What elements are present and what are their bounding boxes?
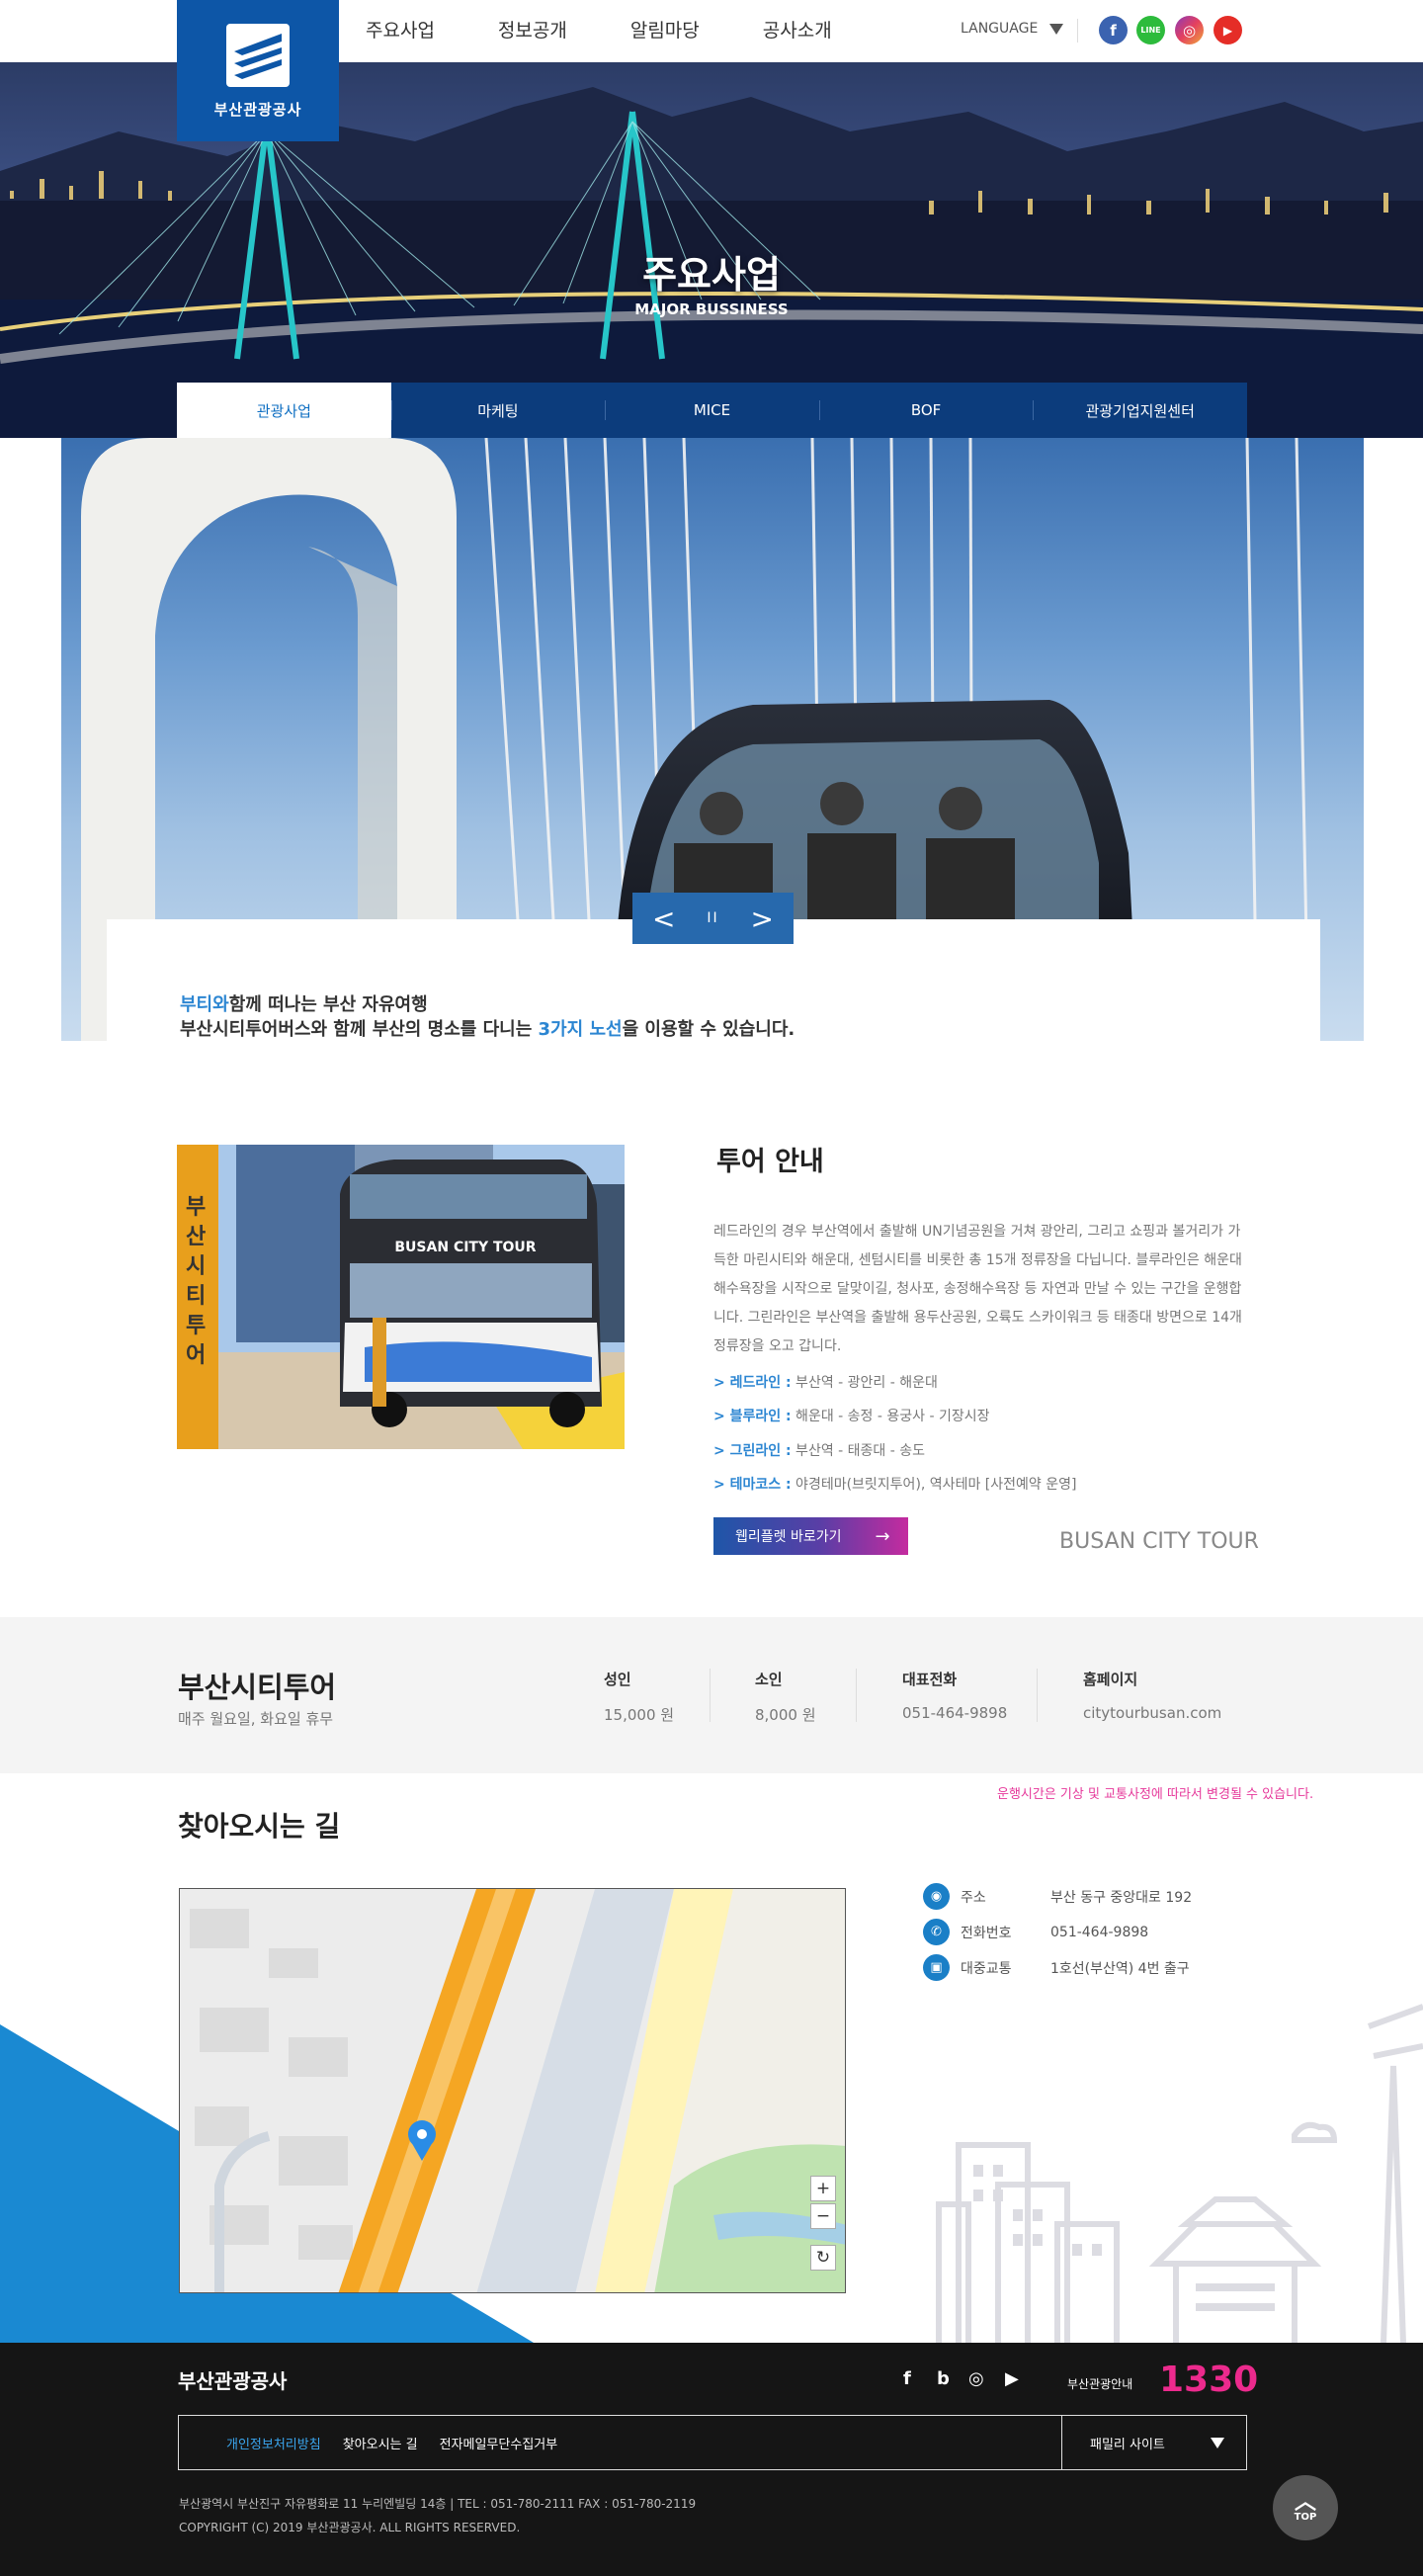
footer-links: 개인정보처리방침 찾아오시는 길 전자메일무단수집거부 패밀리 사이트 <box>178 2415 1247 2470</box>
slider-prev-button[interactable]: < <box>652 902 675 935</box>
homepage-link[interactable]: citytourbusan.com <box>1083 1704 1221 1722</box>
map-tiles <box>180 1889 845 2292</box>
nav-item-about[interactable]: 공사소개 <box>763 0 832 62</box>
svg-text:티: 티 <box>186 1284 206 1309</box>
logo-text: 부산관광공사 <box>213 101 302 119</box>
main-nav: 주요사업 정보공개 알림마당 공사소개 <box>366 0 895 62</box>
phone-icon: ✆ <box>923 1919 950 1945</box>
address-item: ◉ 주소 부산 동구 중앙대로 192 <box>923 1883 1192 1910</box>
tab-marketing[interactable]: 마케팅 <box>390 383 606 438</box>
blog-icon[interactable]: b <box>937 2368 950 2389</box>
map-reset-button[interactable]: ↻ <box>810 2245 836 2271</box>
location-pin-icon: ◉ <box>923 1883 950 1910</box>
map-zoom-in-button[interactable]: + <box>810 2176 836 2201</box>
line-icon[interactable]: LINE <box>1136 16 1165 44</box>
youtube-icon[interactable]: ▶ <box>1005 2368 1019 2389</box>
schedule-notice: 운행시간은 기상 및 교통사정에 따라서 변경될 수 있습니다. <box>997 1787 1314 1802</box>
svg-text:투: 투 <box>186 1314 206 1338</box>
divider <box>1037 1669 1038 1722</box>
route-blue: > 블루라인 : 해운대 - 송정 - 용궁사 - 기장시장 <box>713 1409 990 1424</box>
language-selector[interactable]: LANGUAGE <box>961 21 1064 37</box>
sub-nav: 관광사업 마케팅 MICE BOF 관광기업지원센터 <box>177 383 1247 438</box>
youtube-icon[interactable]: ▶ <box>1214 16 1242 44</box>
route-green: > 그린라인 : 부산역 - 태종대 - 송도 <box>713 1443 926 1459</box>
busan-city-tour-text: BUSAN CITY TOUR <box>1059 1529 1259 1554</box>
tour-info-bar: 부산시티투어 매주 월요일, 화요일 휴무 성인 15,000 원 소인 8,0… <box>0 1617 1423 1773</box>
svg-text:산: 산 <box>186 1225 206 1249</box>
city-skyline-illustration <box>936 2004 1423 2343</box>
logo-mark-icon <box>226 24 290 87</box>
caret-down-icon <box>1049 23 1064 35</box>
svg-text:부: 부 <box>186 1195 206 1220</box>
adult-fare: 성인 15,000 원 <box>604 1671 675 1724</box>
divider <box>710 1669 711 1722</box>
tab-tourism[interactable]: 관광사업 <box>177 383 391 438</box>
facebook-icon[interactable]: f <box>903 2368 911 2389</box>
privacy-policy-link[interactable]: 개인정보처리방침 <box>226 2434 321 2452</box>
caption-line-2: 부산시티투어버스와 함께 부산의 명소를 다니는 3가지 노선을 이용할 수 있… <box>180 1019 795 1040</box>
caption-line-1: 부티와함께 떠나는 부산 자유여행 <box>180 994 428 1015</box>
directions-link[interactable]: 찾아오시는 길 <box>343 2434 418 2452</box>
chevron-up-icon: ︿ <box>1294 2489 1316 2515</box>
tab-tourism-business-center[interactable]: 관광기업지원센터 <box>1033 383 1247 438</box>
tour-section-title: 투어 안내 <box>716 1147 824 1177</box>
instagram-icon[interactable]: ◎ <box>968 2368 984 2389</box>
divider <box>856 1669 857 1722</box>
site-footer: 부산관광공사 f b ◎ ▶ 부산관광안내 1330 개인정보처리방침 찾아오시… <box>0 2343 1423 2576</box>
homepage: 홈페이지 citytourbusan.com <box>1083 1671 1222 1722</box>
slider-pause-button[interactable]: II <box>707 910 718 926</box>
scroll-top-button[interactable]: ︿ TOP <box>1273 2475 1338 2540</box>
nav-item-notice[interactable]: 알림마당 <box>630 0 700 62</box>
svg-text:시: 시 <box>186 1254 206 1279</box>
facebook-icon[interactable]: f <box>1099 16 1128 44</box>
divider <box>1077 19 1078 43</box>
route-red: > 레드라인 : 부산역 - 광안리 - 해운대 <box>713 1375 938 1391</box>
site-logo[interactable]: 부산관광공사 <box>177 0 339 141</box>
language-label: LANGUAGE <box>961 21 1039 37</box>
tab-mice[interactable]: MICE <box>605 383 819 438</box>
svg-text:어: 어 <box>186 1343 206 1368</box>
phone-item: ✆ 전화번호 051-464-9898 <box>923 1919 1148 1945</box>
caret-down-icon <box>1211 2437 1224 2448</box>
tab-bof[interactable]: BOF <box>818 383 1034 438</box>
arrow-right-icon: → <box>875 1525 890 1547</box>
slider-controls: < II > <box>632 893 794 944</box>
map-zoom-out-button[interactable]: − <box>810 2203 836 2229</box>
route-theme: > 테마코스 : 야경테마(브릿지투어), 역사테마 [사전예약 운영] <box>713 1477 1077 1493</box>
location-map[interactable]: + − ↻ <box>179 1888 846 2293</box>
family-site-select[interactable]: 패밀리 사이트 <box>1061 2416 1246 2469</box>
bus-sign-text: BUSAN CITY TOUR <box>394 1240 536 1255</box>
tour-hotline-label: 부산관광안내 <box>1067 2377 1133 2391</box>
footer-address: 부산광역시 부산진구 자유평화로 11 누리엔빌딩 14층 | TEL : 05… <box>179 2497 697 2511</box>
email-refusal-link[interactable]: 전자메일무단수집거부 <box>440 2434 558 2452</box>
instagram-icon[interactable]: ◎ <box>1175 16 1204 44</box>
main-phone: 대표전화 051-464-9898 <box>902 1671 1008 1722</box>
page-subtitle: MAJOR BUSSINESS <box>634 301 789 318</box>
city-tour-bus-photo: 부 산 시 티 투 어 BUSAN CITY TOUR <box>177 1145 625 1449</box>
info-closed-days: 매주 월요일, 화요일 휴무 <box>178 1710 334 1728</box>
info-title: 부산시티투어 <box>178 1671 337 1704</box>
directions-title: 찾아오시는 길 <box>178 1810 341 1843</box>
footer-copyright: COPYRIGHT (C) 2019 부산관광공사. ALL RIGHTS RE… <box>179 2521 521 2534</box>
slider-next-button[interactable]: > <box>751 902 774 935</box>
child-fare: 소인 8,000 원 <box>755 1671 816 1724</box>
nav-item-major-business[interactable]: 주요사업 <box>366 0 435 62</box>
page-title: 주요사업 <box>642 253 781 297</box>
tour-hotline-number: 1330 <box>1159 2360 1259 2400</box>
web-leaflet-button[interactable]: 웹리플렛 바로가기 → <box>713 1517 908 1555</box>
footer-org-name: 부산관광공사 <box>178 2369 288 2393</box>
tour-description: 레드라인의 경우 부산역에서 출발해 UN기념공원을 거쳐 광안리, 그리고 쇼… <box>713 1224 1242 1354</box>
nav-item-info-disclosure[interactable]: 정보공개 <box>498 0 567 62</box>
